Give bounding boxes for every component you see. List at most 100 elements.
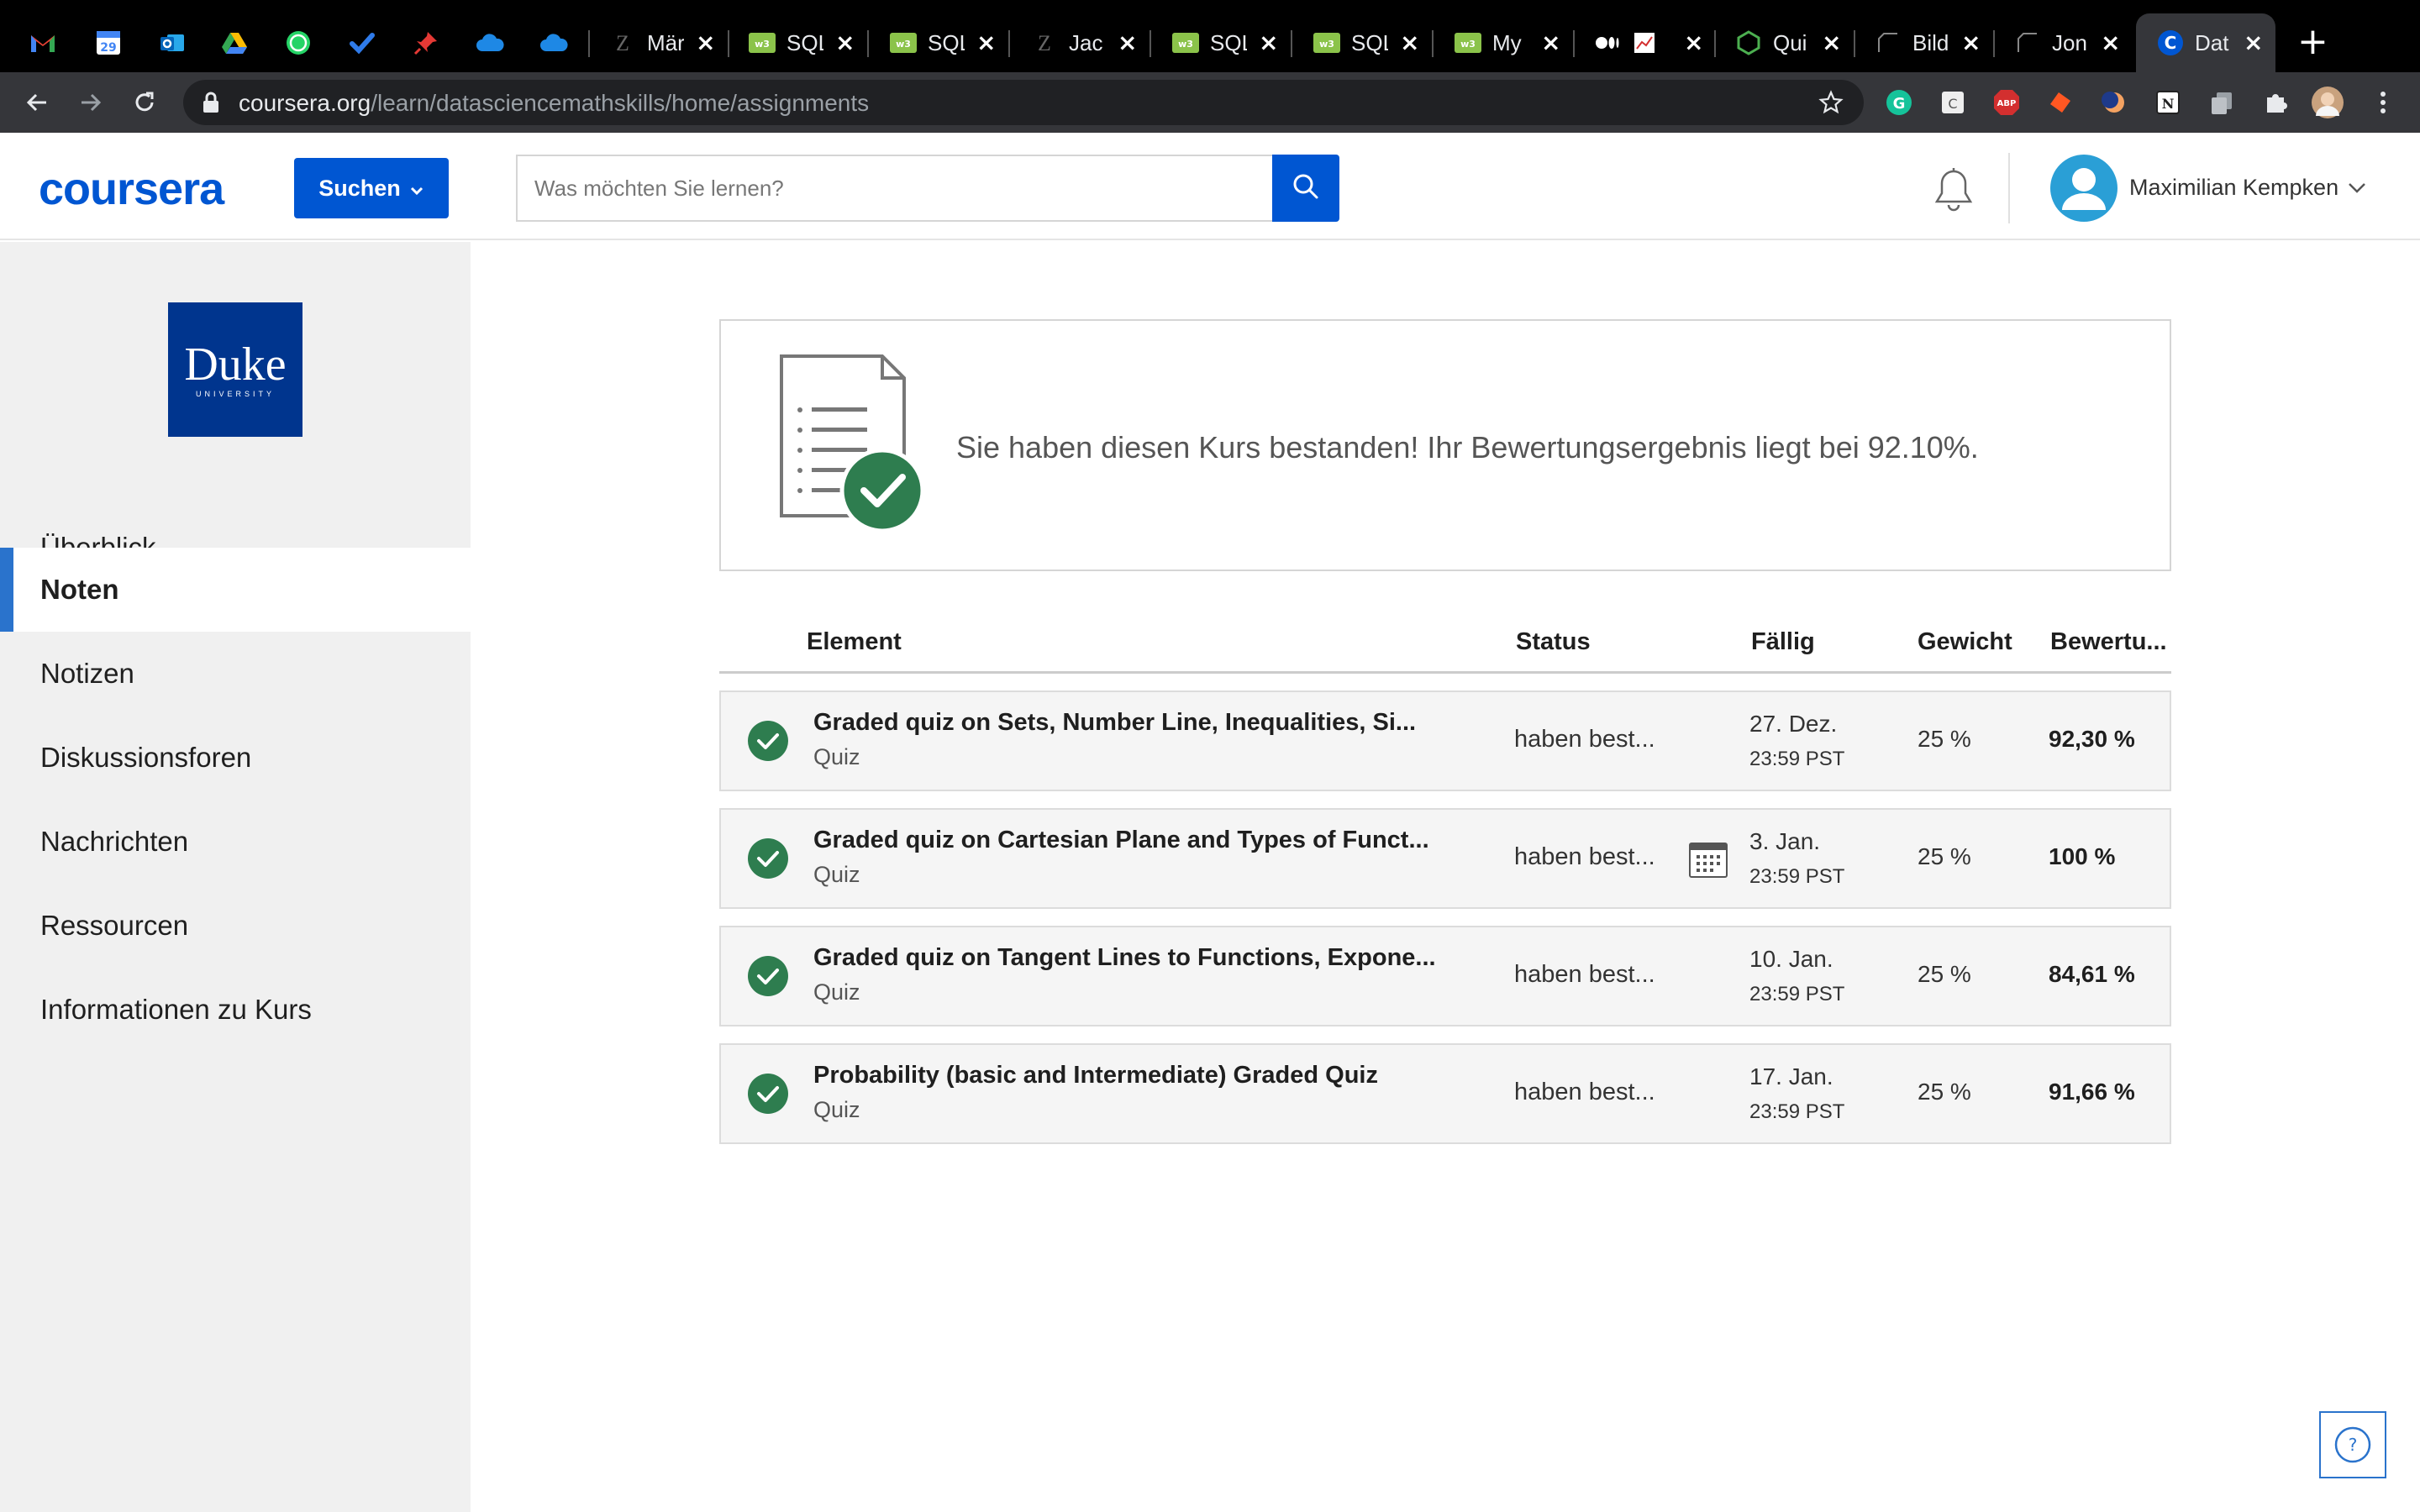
user-name[interactable]: Maximilian Kempken: [2129, 175, 2338, 201]
extension-orange-icon[interactable]: [2044, 86, 2077, 119]
adblock-icon[interactable]: ABP: [1990, 86, 2023, 119]
tab-todo[interactable]: [348, 13, 376, 72]
tab-whatsapp[interactable]: [284, 13, 313, 72]
close-icon[interactable]: ×: [2244, 31, 2263, 55]
assignment-grade: 91,66 %: [2049, 1079, 2135, 1105]
tab-item[interactable]: Qui ×: [1734, 13, 1841, 72]
cloud-icon: [476, 29, 504, 57]
calendar-icon[interactable]: [1687, 838, 1729, 880]
assignment-title-link[interactable]: Probability (basic and Intermediate) Gra…: [813, 1062, 1435, 1089]
column-header-due[interactable]: Fällig: [1751, 628, 1815, 656]
tab-item[interactable]: Bild ×: [1874, 13, 1981, 72]
extension-moon-icon[interactable]: [2097, 86, 2131, 119]
tab-drive[interactable]: [220, 13, 249, 72]
tab-item[interactable]: w3 SQL ×: [889, 13, 996, 72]
help-label: ?: [2349, 1435, 2358, 1455]
assignment-title-link[interactable]: Graded quiz on Cartesian Plane and Types…: [813, 827, 1435, 854]
back-icon[interactable]: [18, 84, 55, 121]
search-input[interactable]: [516, 155, 1272, 222]
tab-item[interactable]: w3 SQL ×: [1171, 13, 1278, 72]
search-menu-button[interactable]: Suchen: [294, 158, 449, 218]
table-row[interactable]: Graded quiz on Sets, Number Line, Inequa…: [719, 690, 2171, 791]
sidebar-item-notes[interactable]: Notizen: [0, 632, 471, 716]
clipper-icon[interactable]: C: [1936, 86, 1970, 119]
svg-text:G: G: [1893, 95, 1906, 113]
tab-outlook[interactable]: [158, 13, 187, 72]
pin-icon: [412, 29, 440, 57]
user-avatar[interactable]: [2050, 155, 2118, 222]
table-row[interactable]: Probability (basic and Intermediate) Gra…: [719, 1043, 2171, 1144]
tab-gmail[interactable]: [29, 13, 57, 72]
star-icon[interactable]: [1818, 90, 1844, 118]
assignment-title-link[interactable]: Graded quiz on Sets, Number Line, Inequa…: [813, 709, 1435, 737]
coursera-logo[interactable]: coursera: [39, 163, 224, 215]
sql-icon: w3: [1454, 29, 1482, 57]
tab-item[interactable]: w3 SQL ×: [1313, 13, 1419, 72]
help-button[interactable]: ?: [2319, 1411, 2386, 1478]
tab-cloud-2[interactable]: [539, 13, 568, 72]
tab-item[interactable]: Z Jac ×: [1030, 13, 1137, 72]
gmail-icon: [29, 29, 57, 57]
table-row[interactable]: Graded quiz on Cartesian Plane and Types…: [719, 808, 2171, 909]
browser-tab-strip: 29 Z Mär × w3 SQ × w3 SQ × Z Jac × w3 SQ…: [0, 0, 2420, 72]
tab-pin[interactable]: [412, 13, 440, 72]
chart-icon: [1630, 29, 1659, 57]
table-row[interactable]: Graded quiz on Tangent Lines to Function…: [719, 926, 2171, 1026]
address-bar[interactable]: coursera.org/learn/datasciencemathskills…: [183, 80, 1864, 125]
duke-university-logo[interactable]: Duke UNIVERSITY: [168, 302, 302, 437]
close-icon[interactable]: ×: [1822, 31, 1841, 55]
close-icon[interactable]: ×: [2101, 31, 2120, 55]
chevron-down-icon[interactable]: [2346, 176, 2368, 198]
svg-text:w3: w3: [1178, 39, 1193, 50]
course-passed-banner: Sie haben diesen Kurs bestanden! Ihr Bew…: [719, 319, 2171, 571]
column-header-status[interactable]: Status: [1516, 628, 1591, 656]
close-icon[interactable]: ×: [835, 31, 855, 55]
close-icon[interactable]: ×: [1400, 31, 1419, 55]
copy-extension-icon[interactable]: [2205, 86, 2238, 119]
forward-icon[interactable]: [72, 84, 109, 121]
tab-item[interactable]: w3 My ×: [1454, 13, 1560, 72]
close-icon[interactable]: ×: [1684, 31, 1703, 55]
close-icon[interactable]: ×: [1118, 31, 1137, 55]
close-icon[interactable]: ×: [976, 31, 996, 55]
course-sidebar: Duke UNIVERSITY Überblick Noten Notizen …: [0, 242, 471, 1512]
search-submit-button[interactable]: [1272, 155, 1339, 222]
notion-icon[interactable]: N: [2151, 86, 2185, 119]
sidebar-item-course-info[interactable]: Informationen zu Kurs: [0, 968, 471, 1052]
assignment-title-link[interactable]: Graded quiz on Tangent Lines to Function…: [813, 944, 1435, 972]
column-header-weight[interactable]: Gewicht: [1918, 628, 2012, 656]
lock-icon[interactable]: [202, 92, 220, 117]
close-icon[interactable]: ×: [1961, 31, 1981, 55]
tab-active[interactable]: C Dat ×: [2136, 13, 2275, 72]
sidebar-item-forums[interactable]: Diskussionsforen: [0, 716, 471, 800]
cloud-icon: [539, 29, 568, 57]
sidebar-item-resources[interactable]: Ressourcen: [0, 884, 471, 968]
tab-item[interactable]: ×: [1595, 13, 1703, 72]
tab-item[interactable]: Z Mär ×: [608, 13, 715, 72]
extensions-puzzle-icon[interactable]: [2259, 86, 2292, 119]
tab-item[interactable]: Jon ×: [2013, 13, 2120, 72]
svg-text:C: C: [2165, 33, 2177, 53]
sql-icon: w3: [1313, 29, 1341, 57]
tab-separator: [1291, 30, 1292, 57]
column-header-grade[interactable]: Bewertu...: [2050, 628, 2167, 656]
new-tab-icon[interactable]: +: [2297, 24, 2328, 60]
browser-menu-icon[interactable]: [2366, 86, 2400, 119]
grammarly-icon[interactable]: G: [1882, 86, 1916, 119]
sidebar-item-messages[interactable]: Nachrichten: [0, 800, 471, 884]
due-time: 23:59 PST: [1749, 983, 1845, 1005]
tab-calendar[interactable]: 29: [94, 13, 123, 72]
reload-icon[interactable]: [126, 84, 163, 121]
column-header-element[interactable]: Element: [807, 628, 902, 656]
notifications-bell-icon[interactable]: [1933, 166, 1975, 213]
close-icon[interactable]: ×: [696, 31, 715, 55]
url-text[interactable]: coursera.org/learn/datasciencemathskills…: [239, 90, 869, 117]
tab-item[interactable]: w3 SQL ×: [748, 13, 855, 72]
tab-cloud-1[interactable]: [476, 13, 504, 72]
tab-separator: [1432, 30, 1434, 57]
sidebar-item-grades[interactable]: Noten: [0, 548, 471, 632]
close-icon[interactable]: ×: [1541, 31, 1560, 55]
profile-avatar-icon[interactable]: [2311, 86, 2344, 119]
close-icon[interactable]: ×: [1259, 31, 1278, 55]
url-path: /learn/datasciencemathskills/home/assign…: [371, 90, 870, 116]
